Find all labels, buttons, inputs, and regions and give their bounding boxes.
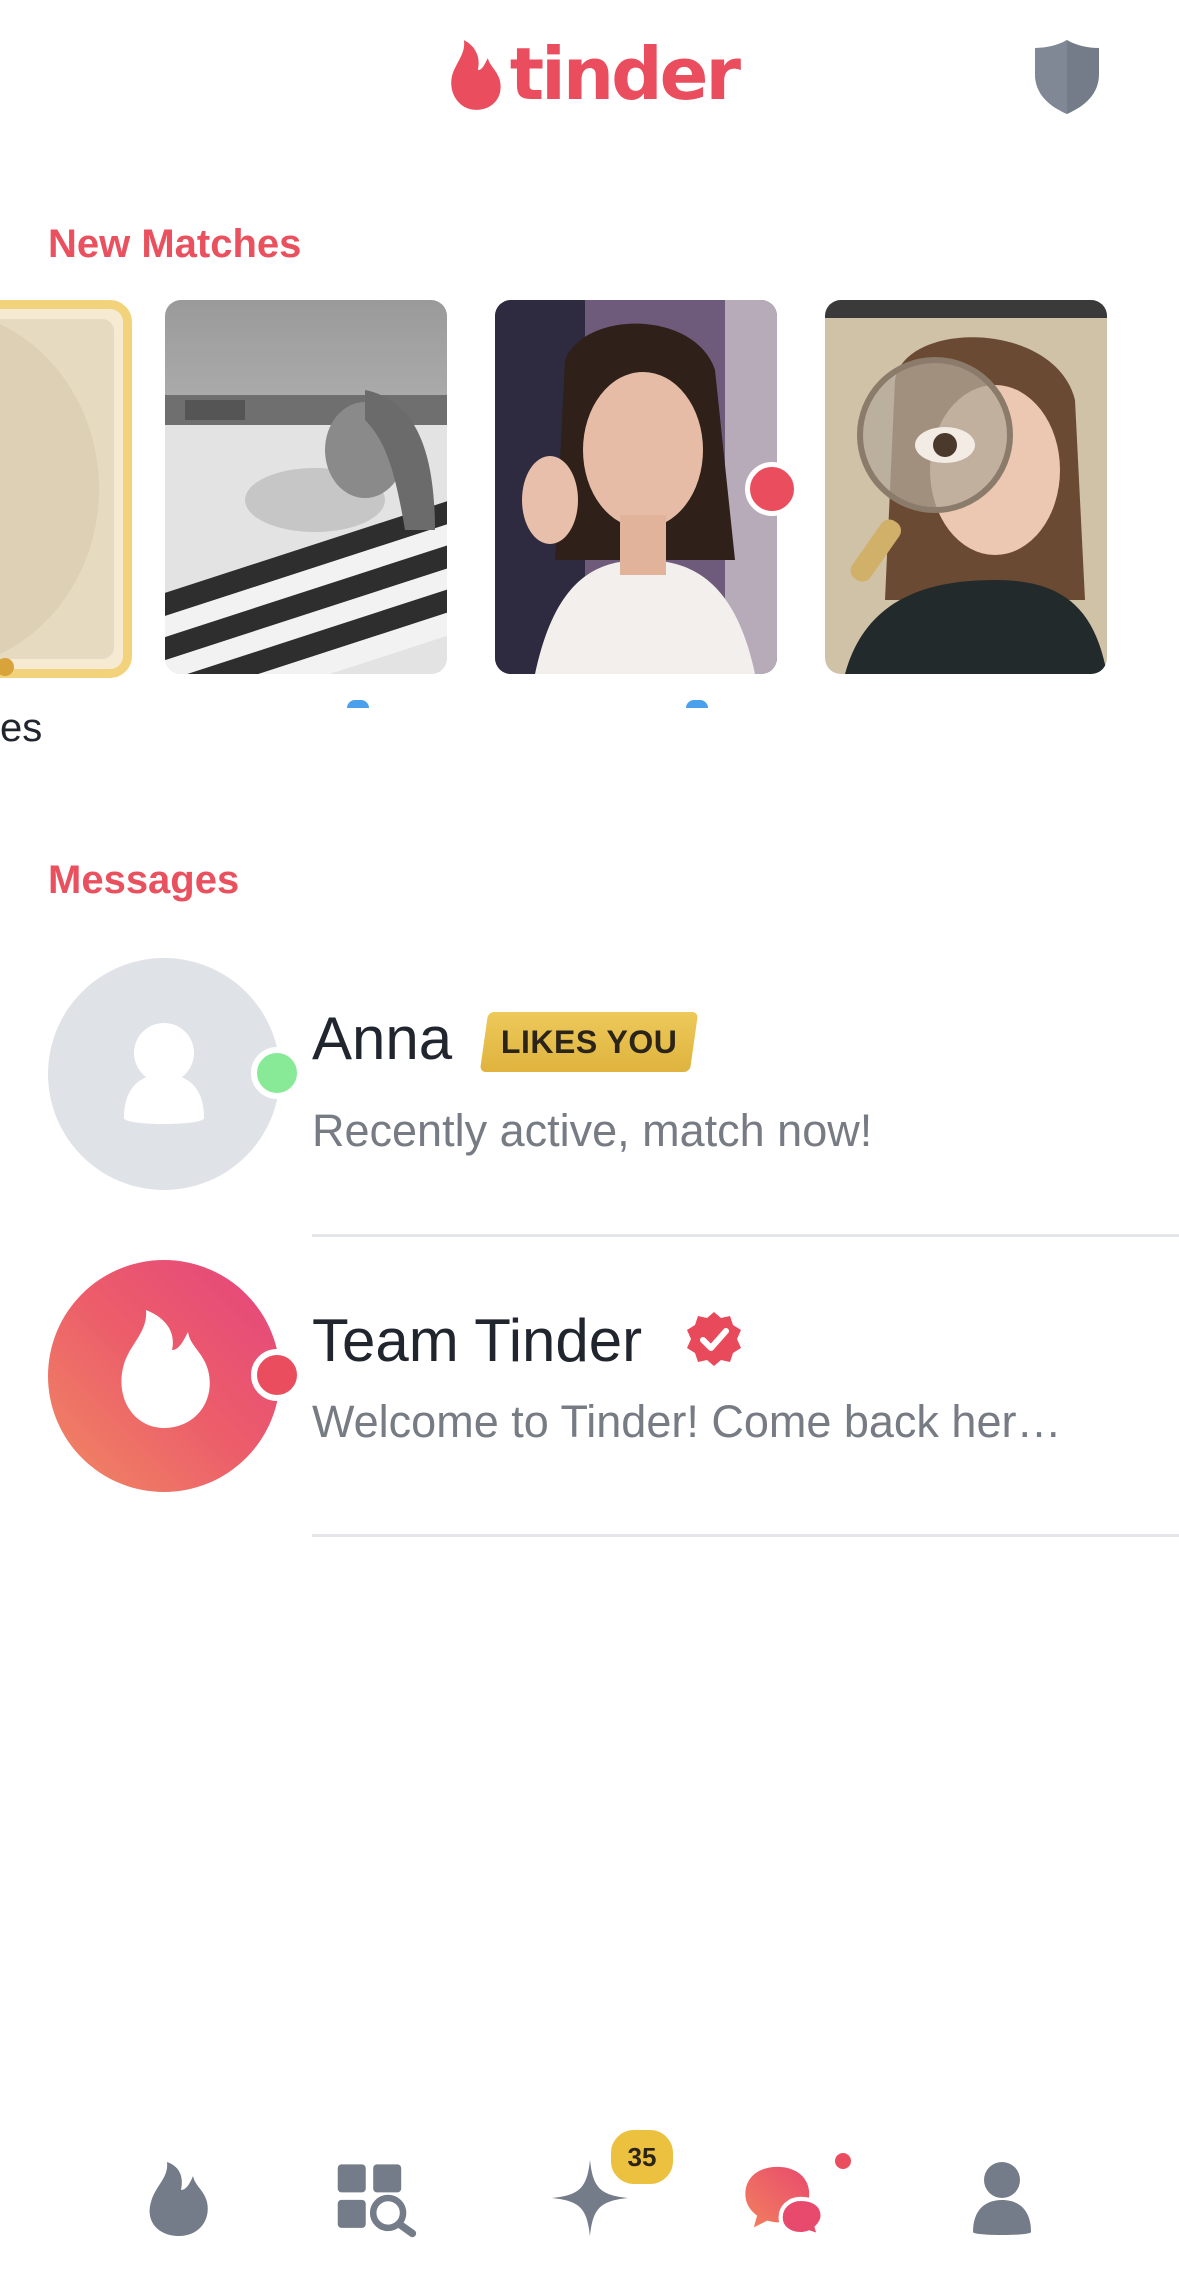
online-status-dot [251,1047,303,1099]
person-silhouette-icon [124,1023,204,1124]
team-tinder-avatar[interactable] [48,1260,280,1492]
anna-avatar[interactable] [48,958,280,1190]
tinder-logo: tinder [448,32,741,116]
match-card[interactable] [825,300,1107,674]
explore-icon [337,2164,417,2238]
match-photo [495,300,777,674]
match-card[interactable] [165,300,447,674]
match-card[interactable] [495,300,777,674]
chat-bubbles-icon [745,2166,825,2240]
tab-explore[interactable] [334,2156,418,2240]
message-name[interactable]: Anna [312,1004,452,1073]
tab-chat[interactable] [742,2156,826,2240]
likes-you-card[interactable] [0,300,132,678]
tab-swipe[interactable] [136,2156,220,2240]
verified-badge-icon [687,1312,741,1366]
chat-unread-dot [832,2150,854,2172]
match-photo [165,300,447,674]
new-matches-title: New Matches [48,222,302,266]
match-photo [825,300,1107,674]
message-preview[interactable]: Welcome to Tinder! Come back her… [312,1396,1061,1448]
logo-wordmark: tinder [509,32,741,116]
new-match-dot [745,462,799,516]
message-preview[interactable]: Recently active, match now! [312,1105,872,1157]
match-card-indicator [347,700,369,708]
tinder-flame-icon [121,1310,210,1428]
tinder-flame-icon [451,40,501,110]
row-divider [312,1234,1179,1237]
messages-title: Messages [48,858,240,902]
likes-you-badge: LIKES YOU [479,1012,699,1072]
unread-status-dot [251,1349,303,1401]
match-card-indicator [686,700,708,708]
person-icon [973,2162,1031,2235]
tab-profile[interactable] [960,2156,1044,2240]
gold-count-badge: 35 [607,2126,677,2188]
flame-icon [149,2162,208,2236]
message-name[interactable]: Team Tinder [312,1306,642,1375]
row-divider [312,1534,1179,1537]
shield-icon[interactable] [1031,38,1103,114]
likes-card-label: es [0,706,43,750]
